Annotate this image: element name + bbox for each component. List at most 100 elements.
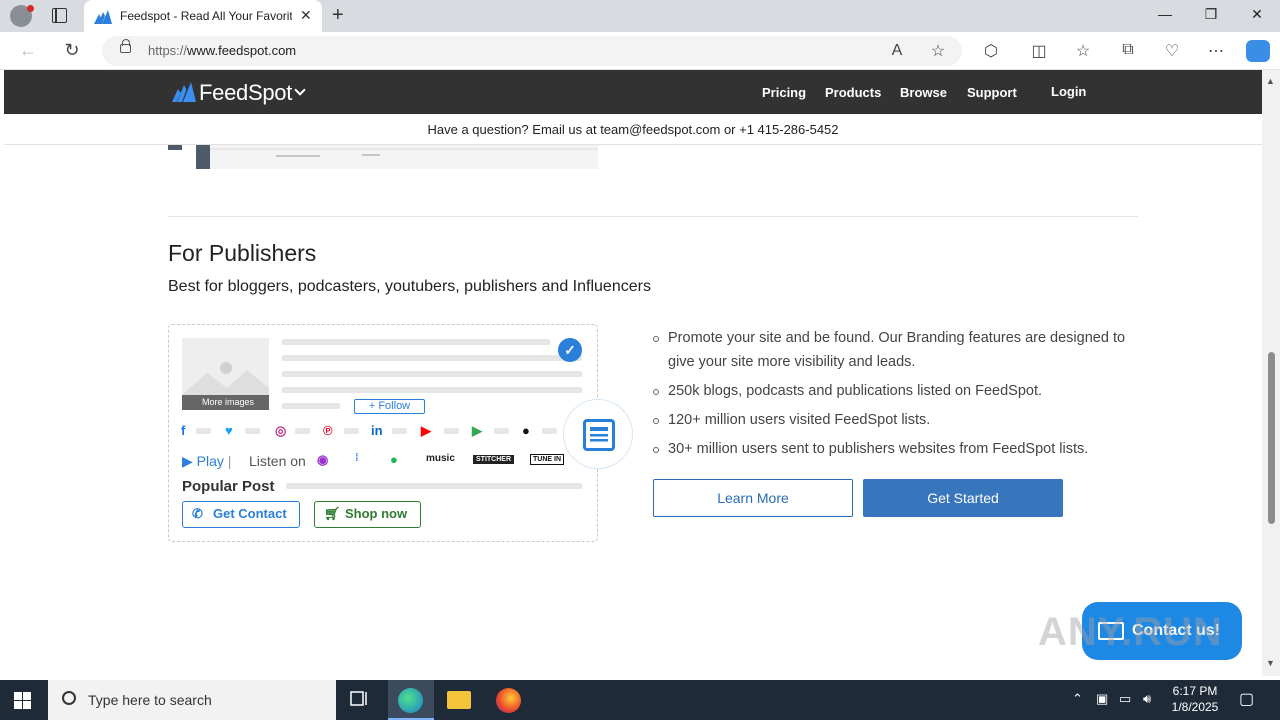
list-item: 250k blogs, podcasts and publications li… — [653, 379, 1138, 403]
file-explorer-icon[interactable] — [447, 691, 471, 709]
feedspot-logo-icon[interactable] — [172, 80, 196, 102]
task-view-icon[interactable] — [348, 688, 374, 712]
placeholder-line — [494, 428, 509, 434]
image-placeholder: More images — [182, 338, 269, 410]
linkedin-icon: in — [371, 423, 383, 438]
browser-essentials-icon[interactable]: ♡ — [1161, 41, 1183, 61]
newsfeed-circle — [563, 399, 633, 469]
collections-icon[interactable]: ⧉ — [1117, 41, 1139, 59]
placeholder-line — [444, 428, 459, 434]
browser-tab[interactable]: Feedspot - Read All Your Favorite ✕ — [84, 0, 322, 32]
podcasts-icon: ◉ — [317, 452, 329, 467]
phone-icon: ✆ — [192, 506, 203, 521]
section-subtitle: Best for bloggers, podcasters, youtubers… — [168, 278, 651, 295]
extensions-icon[interactable]: ⬡ — [980, 41, 1002, 61]
placeholder-line — [286, 483, 582, 489]
read-aloud-icon[interactable]: A — [886, 42, 908, 60]
placeholder-line — [282, 403, 340, 409]
image-icon — [182, 362, 269, 395]
tab-actions-icon[interactable] — [52, 8, 67, 23]
windows-start-icon[interactable] — [14, 692, 31, 709]
nav-support[interactable]: Support — [967, 85, 1017, 100]
play-label: Play — [196, 453, 224, 469]
volume-icon[interactable]: 🔊︎ — [1143, 691, 1151, 707]
minimize-button[interactable]: — — [1150, 6, 1180, 22]
address-bar[interactable]: https://www.feedspot.com A ☆ — [102, 36, 962, 66]
windows-taskbar: Type here to search ⌃ ▣ ▭ 🔊︎ 6:17 PM 1/8… — [0, 680, 1280, 720]
more-images-label: More images — [182, 395, 269, 410]
scrollbar-thumb[interactable] — [1268, 352, 1275, 524]
tab-close-icon[interactable]: ✕ — [300, 7, 312, 24]
publisher-benefits-list: Promote your site and be found. Our Bran… — [653, 326, 1138, 466]
cart-icon: 🛒︎ — [324, 506, 341, 521]
publisher-card-illustration: More images ✓ + Follow f ♥ ◎ ℗ in ▶ ▶ ● … — [168, 324, 633, 542]
lock-icon[interactable] — [120, 39, 131, 53]
address-toolbar: ← ↻ https://www.feedspot.com A ☆ ⬡ ◫ ☆ ⧉… — [0, 32, 1280, 70]
url-host: www.feedspot.com — [187, 43, 297, 58]
section-divider — [168, 216, 1138, 217]
placeholder-line — [196, 428, 211, 434]
system-clock[interactable]: 6:17 PM 1/8/2025 — [1166, 683, 1224, 715]
back-icon[interactable]: ← — [17, 40, 39, 61]
chevron-down-icon[interactable] — [294, 84, 306, 96]
watermark-logo: ANY.RUN — [1038, 610, 1223, 654]
firefox-icon[interactable] — [496, 688, 521, 713]
placeholder-line — [344, 428, 359, 434]
shop-now-button: 🛒︎ Shop now — [314, 501, 421, 528]
copilot-icon[interactable] — [1246, 40, 1270, 62]
apple-icon: ● — [522, 423, 530, 438]
spotify-icon: ● — [390, 452, 398, 467]
newspaper-icon — [583, 419, 615, 451]
edge-taskbar-item[interactable] — [388, 680, 434, 720]
new-tab-button[interactable]: + — [332, 4, 344, 27]
nav-products[interactable]: Products — [825, 85, 881, 100]
scroll-up-icon[interactable]: ▲ — [1266, 76, 1275, 86]
nav-login[interactable]: Login — [1051, 84, 1086, 99]
scroll-down-icon[interactable]: ▼ — [1266, 658, 1275, 668]
placeholder-line — [282, 371, 582, 377]
edge-icon — [398, 688, 423, 713]
tab-title: Feedspot - Read All Your Favorite — [120, 9, 292, 23]
get-contact-button: ✆ Get Contact — [182, 501, 300, 528]
split-screen-icon[interactable]: ◫ — [1028, 41, 1050, 61]
get-started-button[interactable]: Get Started — [863, 479, 1063, 517]
amazon-music-logo: music — [426, 453, 455, 464]
section-title: For Publishers — [168, 240, 317, 266]
placeholder-line — [295, 428, 310, 434]
favorite-star-icon[interactable]: ☆ — [927, 41, 949, 61]
listen-on-label: Listen on — [249, 453, 306, 469]
facebook-icon: f — [181, 423, 186, 438]
clock-time: 6:17 PM — [1172, 684, 1218, 698]
feedspot-favicon-icon — [94, 10, 112, 24]
site-header: FeedSpot Pricing Products Browse Support… — [4, 70, 1262, 114]
placeholder-line — [392, 428, 407, 434]
tray-app-icon[interactable]: ▣ — [1096, 691, 1108, 707]
favorites-icon[interactable]: ☆ — [1072, 41, 1094, 61]
brand-name[interactable]: FeedSpot — [199, 80, 292, 106]
restore-button[interactable]: ❐ — [1196, 6, 1226, 23]
notifications-icon[interactable]: ▢ — [1239, 689, 1254, 709]
nav-pricing[interactable]: Pricing — [762, 85, 806, 100]
tunein-logo: TUNE IN — [530, 454, 564, 465]
popular-post-label: Popular Post — [182, 478, 275, 495]
placeholder-line — [245, 428, 260, 434]
network-icon[interactable]: ▭ — [1119, 691, 1131, 707]
search-placeholder: Type here to search — [88, 692, 212, 708]
shop-now-label: Shop now — [345, 506, 408, 521]
more-menu-icon[interactable]: ⋯ — [1205, 41, 1227, 61]
instagram-icon: ◎ — [275, 423, 287, 438]
play-link: ▶ Play | — [182, 453, 232, 469]
page-scrollbar[interactable]: ▲ ▼ — [1262, 70, 1280, 676]
url-text[interactable]: https://www.feedspot.com — [148, 43, 296, 58]
tray-chevron-icon[interactable]: ⌃ — [1072, 691, 1083, 707]
list-item: Promote your site and be found. Our Bran… — [653, 326, 1138, 374]
verified-badge-icon: ✓ — [558, 338, 582, 362]
nav-browse[interactable]: Browse — [900, 85, 947, 100]
refresh-icon[interactable]: ↻ — [61, 40, 83, 61]
learn-more-button[interactable]: Learn More — [653, 479, 853, 517]
previous-section-mockup — [168, 145, 598, 169]
taskbar-search-box[interactable]: Type here to search — [48, 680, 336, 720]
search-icon — [62, 691, 76, 705]
clock-date: 1/8/2025 — [1171, 700, 1219, 714]
close-window-button[interactable]: ✕ — [1242, 6, 1272, 23]
